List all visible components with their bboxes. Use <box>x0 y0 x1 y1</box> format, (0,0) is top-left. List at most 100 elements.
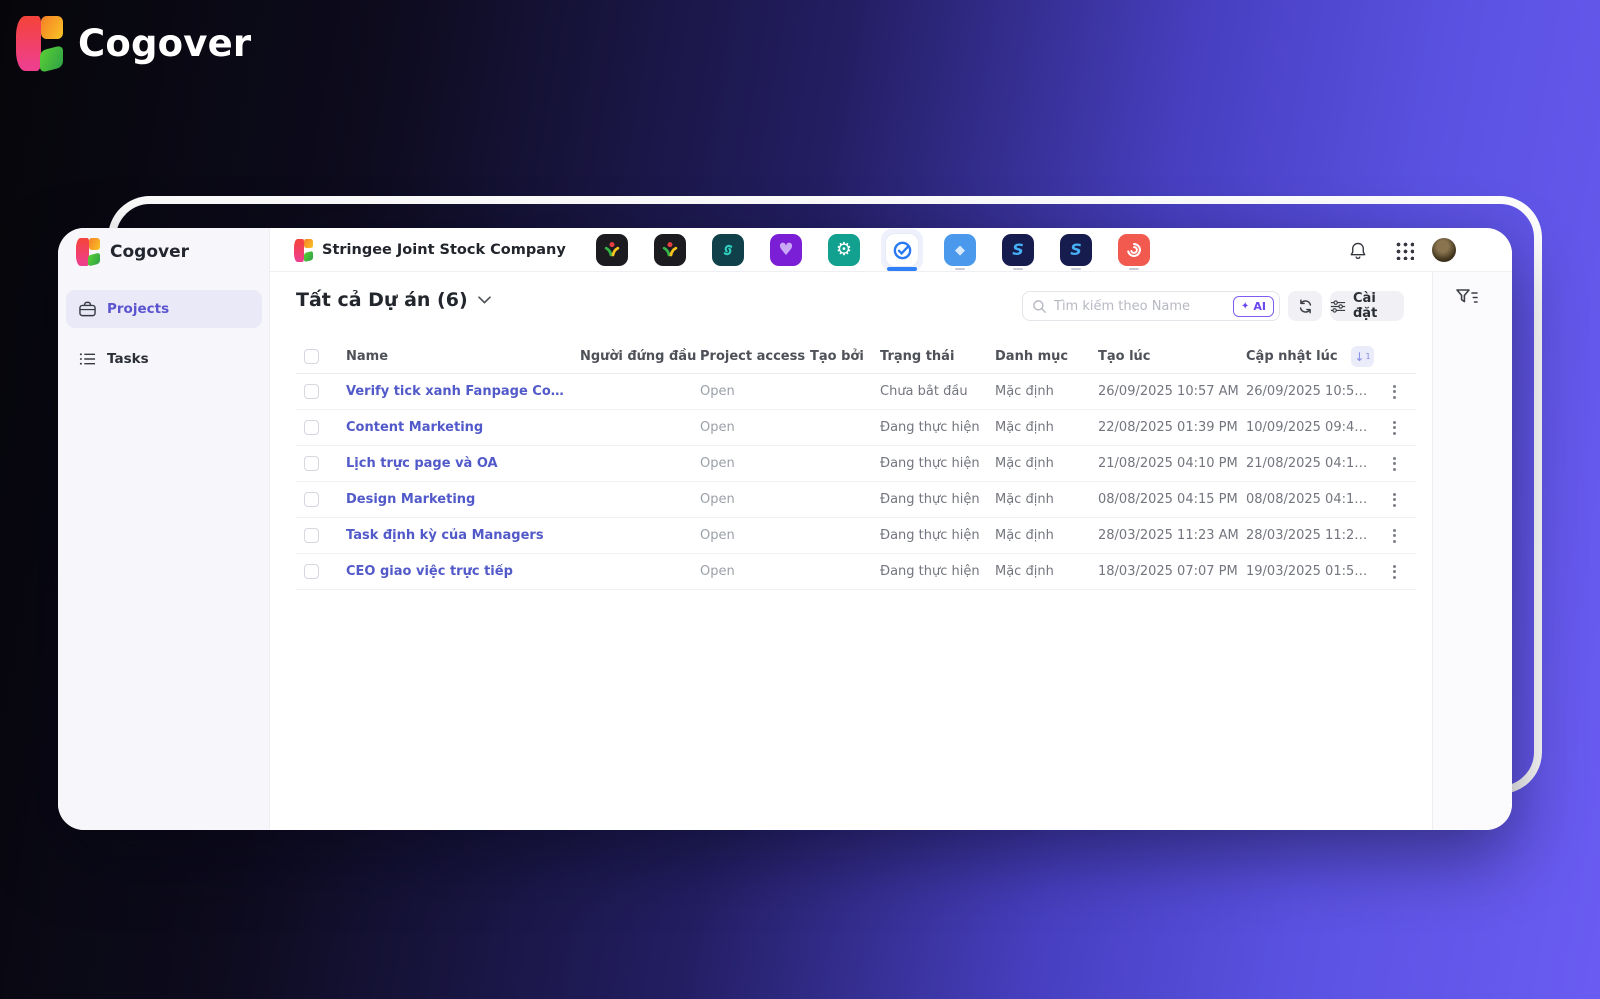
ai-search-badge[interactable]: ✦ AI <box>1233 295 1274 317</box>
category-value: Mặc định <box>995 420 1054 435</box>
updated-at-value: 10/09/2025 09:47 ... <box>1246 420 1372 435</box>
column-header-status[interactable]: Trạng thái <box>880 349 995 364</box>
briefcase-icon <box>79 301 96 317</box>
sidebar: Cogover Projects Tasks <box>58 228 270 830</box>
created-at-value: 26/09/2025 10:57 AM <box>1098 384 1239 399</box>
people-tree-icon <box>596 234 628 266</box>
heart-icon: ♥ <box>770 234 802 266</box>
check-circle-icon <box>886 234 918 266</box>
projects-table: Name Người đứng đầu Project access Tạo b… <box>296 340 1416 590</box>
cogover-logo-icon <box>294 238 313 263</box>
page-title: Tất cả Dự án (6) <box>296 289 468 311</box>
project-name-link[interactable]: Design Marketing <box>346 492 580 507</box>
s-letter-icon: S <box>1002 234 1034 266</box>
sidebar-item-label: Projects <box>107 301 170 317</box>
row-menu-button[interactable] <box>1389 525 1400 547</box>
created-at-value: 21/08/2025 04:10 PM <box>1098 456 1238 471</box>
project-access-value: Open <box>700 564 735 579</box>
refresh-button[interactable] <box>1288 291 1322 321</box>
table-row: Verify tick xanh Fanpage Cogover Vi... O… <box>296 374 1416 410</box>
created-at-value: 28/03/2025 11:23 AM <box>1098 528 1239 543</box>
gear-icon: ⚙ <box>828 234 860 266</box>
app-icon-gear[interactable]: ⚙ <box>828 228 860 272</box>
created-at-value: 18/03/2025 07:07 PM <box>1098 564 1238 579</box>
settings-button[interactable]: Cài đặt <box>1330 291 1404 321</box>
row-menu-button[interactable] <box>1389 417 1400 439</box>
app-icon-spiral[interactable] <box>1118 228 1150 272</box>
search-icon <box>1032 299 1047 314</box>
table-header-row: Name Người đứng đầu Project access Tạo b… <box>296 340 1416 374</box>
spiral-icon <box>1118 234 1150 266</box>
row-menu-button[interactable] <box>1389 489 1400 511</box>
project-name-link[interactable]: CEO giao việc trực tiếp <box>346 564 580 579</box>
hero-brand-name: Cogover <box>78 22 252 65</box>
column-header-creator[interactable]: Tạo bởi <box>810 349 880 364</box>
project-name-link[interactable]: Lịch trực page và OA <box>346 456 580 471</box>
hero-brand: Cogover <box>16 16 252 73</box>
diamond-icon: ◆ <box>944 234 976 266</box>
category-value: Mặc định <box>995 492 1054 507</box>
sidebar-item-projects[interactable]: Projects <box>66 290 262 328</box>
app-icon-heart[interactable]: ♥ <box>770 228 802 272</box>
row-checkbox[interactable] <box>304 492 319 507</box>
user-avatar[interactable] <box>1432 238 1456 262</box>
sidebar-item-tasks[interactable]: Tasks <box>66 340 262 378</box>
page-title-wrap: Tất cả Dự án (6) <box>296 289 491 311</box>
cogover-logo-icon <box>16 16 63 73</box>
active-app-indicator <box>887 267 917 271</box>
task-list-icon <box>79 352 96 366</box>
search-input[interactable] <box>1054 298 1226 314</box>
project-name-link[interactable]: Verify tick xanh Fanpage Cogover Vi... <box>346 384 580 399</box>
category-value: Mặc định <box>995 384 1054 399</box>
status-value: Đang thực hiện <box>880 492 980 507</box>
app-icon-projects-active[interactable] <box>881 228 923 272</box>
people-tree-icon <box>654 234 686 266</box>
filter-icon[interactable] <box>1455 288 1479 308</box>
project-name-link[interactable]: Content Marketing <box>346 420 580 435</box>
column-header-access[interactable]: Project access <box>700 349 810 364</box>
column-header-name[interactable]: Name <box>346 349 580 364</box>
created-at-value: 08/08/2025 04:15 PM <box>1098 492 1238 507</box>
status-value: Đang thực hiện <box>880 528 980 543</box>
updated-at-value: 21/08/2025 04:10 ... <box>1246 456 1372 471</box>
row-checkbox[interactable] <box>304 384 319 399</box>
column-header-category[interactable]: Danh mục <box>995 349 1098 364</box>
app-icon-people-tree[interactable] <box>654 228 686 272</box>
marketing-background: { "brand": {"name": "Cogover"}, "sidebar… <box>0 0 1600 999</box>
grid-icon <box>1394 240 1414 260</box>
row-checkbox[interactable] <box>304 564 319 579</box>
app-icon-stringee-s[interactable]: S <box>1060 228 1092 272</box>
app-dash-indicator <box>955 268 965 270</box>
apps-grid-button[interactable] <box>1394 228 1414 272</box>
table-row: Design Marketing Open Đang thực hiện Mặc… <box>296 482 1416 518</box>
row-checkbox[interactable] <box>304 420 319 435</box>
updated-at-value: 08/08/2025 04:18 ... <box>1246 492 1372 507</box>
status-value: Đang thực hiện <box>880 456 980 471</box>
table-row: Lịch trực page và OA Open Đang thực hiện… <box>296 446 1416 482</box>
app-dash-indicator <box>1013 268 1023 270</box>
company-switcher[interactable]: Stringee Joint Stock Company <box>294 228 566 272</box>
app-icon-people-tree[interactable] <box>596 228 628 272</box>
category-value: Mặc định <box>995 456 1054 471</box>
project-access-value: Open <box>700 492 735 507</box>
row-menu-button[interactable] <box>1389 561 1400 583</box>
app-icon-diamond[interactable]: ◆ <box>944 228 976 272</box>
created-at-value: 22/08/2025 01:39 PM <box>1098 420 1238 435</box>
s-letter-icon: S <box>1060 234 1092 266</box>
chevron-down-icon[interactable] <box>477 296 491 304</box>
row-checkbox[interactable] <box>304 456 319 471</box>
row-menu-button[interactable] <box>1389 453 1400 475</box>
sidebar-item-label: Tasks <box>107 351 149 367</box>
settings-button-label: Cài đặt <box>1353 291 1378 321</box>
app-switcher-row: ♥ ⚙ ◆ S S <box>596 228 1150 272</box>
sort-indicator-button[interactable]: ↓ 1 <box>1351 346 1374 367</box>
select-all-checkbox[interactable] <box>304 349 319 364</box>
row-menu-button[interactable] <box>1389 381 1400 403</box>
notifications-button[interactable] <box>1348 228 1368 272</box>
column-header-lead[interactable]: Người đứng đầu <box>580 349 700 364</box>
column-header-created[interactable]: Tạo lúc <box>1098 349 1246 364</box>
row-checkbox[interactable] <box>304 528 319 543</box>
project-name-link[interactable]: Task định kỳ của Managers <box>346 528 580 543</box>
app-icon-link[interactable] <box>712 228 744 272</box>
app-icon-stringee-s[interactable]: S <box>1002 228 1034 272</box>
